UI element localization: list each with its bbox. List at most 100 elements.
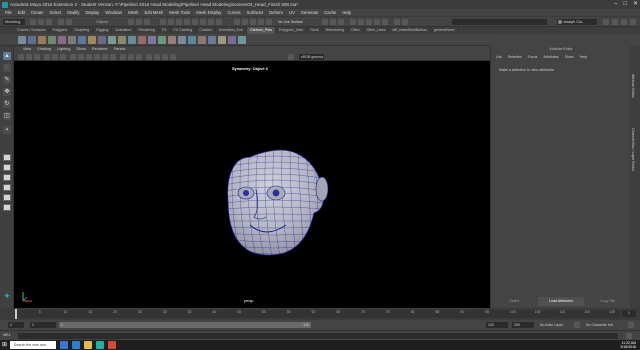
shelf-tool-icon[interactable] [68, 36, 76, 44]
playback-end-field[interactable]: 120 [486, 322, 508, 328]
animation-start-field[interactable]: 1 [8, 322, 24, 328]
shelf-tool-icon[interactable] [48, 36, 56, 44]
shelf-tool-icon[interactable] [18, 36, 26, 44]
select-dynamics-icon[interactable] [200, 19, 206, 25]
shelf-tool-icon[interactable] [108, 36, 116, 44]
viewport-menu-lighting[interactable]: Lighting [54, 46, 73, 53]
image-plane-icon[interactable] [44, 54, 50, 60]
shelf-tab-olbm-uses[interactable]: Olbm_Uses [364, 27, 390, 34]
shelf-tab-diff-makeshellbulbos[interactable]: diff_makeShellBulbos [389, 27, 431, 34]
ae-menu-show[interactable]: Show [562, 55, 577, 59]
select-button[interactable]: Select [491, 297, 538, 306]
lasso-tool-icon[interactable]: ◌ [3, 64, 11, 72]
viewport-menu-renderer[interactable]: Renderer [89, 46, 111, 53]
menu-windows[interactable]: Windows [102, 10, 125, 15]
shelf-tab-polygons[interactable]: Polygons [50, 27, 72, 34]
undo-icon[interactable] [58, 19, 64, 25]
ae-menu-list[interactable]: List [493, 55, 505, 59]
new-scene-icon[interactable] [30, 19, 36, 25]
anim-prefs-icon[interactable] [628, 322, 634, 328]
shelf-tool-icon[interactable] [218, 36, 226, 44]
rotate-tool-icon[interactable]: ↻ [3, 100, 11, 108]
shelf-tool-icon[interactable] [28, 36, 36, 44]
shelf-tab-polygons-user[interactable]: Polygons_User [276, 27, 308, 34]
character-controls-icon[interactable] [402, 19, 408, 25]
shelf-tab-retexturing[interactable]: Retexturing [323, 27, 349, 34]
move-tool-icon[interactable]: ✥ [3, 88, 11, 96]
viewport-menu-show[interactable]: Show [73, 46, 89, 53]
construction-history-icon[interactable] [338, 19, 344, 25]
snap-point-icon[interactable] [250, 19, 256, 25]
outliner-layout-icon[interactable] [3, 204, 11, 211]
lights-icon[interactable] [102, 54, 108, 60]
snap-curve-icon[interactable] [242, 19, 248, 25]
menu-mesh[interactable]: Mesh [125, 10, 141, 15]
save-scene-icon[interactable] [46, 19, 52, 25]
maximize-icon[interactable]: □ [623, 0, 627, 9]
ipr-render-icon[interactable] [366, 19, 372, 25]
component-mode-icon[interactable] [144, 19, 150, 25]
motion-blur-icon[interactable] [154, 54, 160, 60]
quick-select-field[interactable] [452, 19, 547, 25]
shelf-tab-custom[interactable]: Custom [196, 27, 216, 34]
single-view-layout-icon[interactable] [3, 154, 11, 161]
shelf-tab-fx[interactable]: FX [159, 27, 171, 34]
task-view-icon[interactable] [60, 341, 68, 349]
menu-mesh-tools[interactable]: Mesh Tools [166, 10, 193, 15]
menu-file[interactable]: File [2, 10, 15, 15]
shelf-tab-sculpting[interactable]: Sculpting [71, 27, 94, 34]
shelf-tool-icon[interactable] [228, 36, 236, 44]
shelf-tab-cartoon-pots[interactable]: Cartoon_Pots [247, 27, 277, 34]
menu-create[interactable]: Create [28, 10, 47, 15]
tab-attribute-editor[interactable]: Attribute Editor [631, 74, 635, 98]
edge-browser-icon[interactable] [72, 341, 80, 349]
maya-taskbar-icon[interactable] [96, 341, 104, 349]
playback-start-field[interactable]: 1 [30, 322, 56, 328]
auto-key-icon[interactable] [574, 322, 580, 328]
shelf-tab-generalheart[interactable]: generalHeart [431, 27, 459, 34]
select-misc-icon[interactable] [216, 19, 222, 25]
menu-select[interactable]: Select [47, 10, 65, 15]
bookmark-icon[interactable] [34, 54, 40, 60]
ae-menu-attributes[interactable]: Attributes [540, 55, 561, 59]
shelf-tab-fx-caching[interactable]: FX Caching [171, 27, 197, 34]
menu-surfaces[interactable]: Surfaces [244, 10, 267, 15]
select-curves-icon[interactable] [176, 19, 182, 25]
anti-aliasing-icon[interactable] [162, 54, 168, 60]
menu-help[interactable]: Help [339, 10, 354, 15]
modeling-toolkit-icon[interactable] [394, 19, 400, 25]
shelf-tool-icon[interactable] [158, 36, 166, 44]
menu-generate[interactable]: Generate [298, 10, 321, 15]
select-rendering-icon[interactable] [208, 19, 214, 25]
viewport-menu-shading[interactable]: Shading [34, 46, 54, 53]
menu-mesh-display[interactable]: Mesh Display [193, 10, 224, 15]
viewport-menu-view[interactable]: View [20, 46, 34, 53]
wireframe-on-shaded-icon[interactable] [86, 54, 92, 60]
shelf-tool-icon[interactable] [138, 36, 146, 44]
menu-modify[interactable]: Modify [64, 10, 82, 15]
render-frame-icon[interactable] [358, 19, 364, 25]
menu-curves[interactable]: Curves [224, 10, 243, 15]
shelf-tab-rendering[interactable]: Rendering [135, 27, 159, 34]
ae-menu-selected[interactable]: Selected [505, 55, 525, 59]
shelf-tab-rigging[interactable]: Rigging [93, 27, 113, 34]
shelf-tool-icon[interactable] [58, 36, 66, 44]
shelf-tool-icon[interactable] [128, 36, 136, 44]
script-language-label[interactable]: MEL [3, 333, 11, 337]
select-joints-icon[interactable] [168, 19, 174, 25]
taskbar-search-box[interactable]: Search the web and Windows [10, 341, 56, 349]
shelf-tab-olbm[interactable]: Olbm [348, 27, 364, 34]
snap-view-plane-icon[interactable] [258, 19, 264, 25]
perspective-viewport[interactable]: Symmetry: Object X persp [14, 61, 490, 308]
animation-end-field[interactable]: 200 [512, 322, 534, 328]
menu-cache[interactable]: Cache [321, 10, 339, 15]
shelf-tool-icon[interactable] [208, 36, 216, 44]
viewport-menu-panels[interactable]: Panels [111, 46, 129, 53]
time-slider[interactable]: 5 10 15 20 25 30 35 40 45 50 55 60 65 70 75 80 85 90 95 100… [0, 308, 640, 320]
menu-deform[interactable]: Deform [266, 10, 286, 15]
ae-menu-help[interactable]: Help [577, 55, 590, 59]
film-gate-icon[interactable] [60, 54, 66, 60]
input-ops-icon[interactable] [322, 19, 328, 25]
color-management-icon[interactable] [288, 54, 294, 60]
shelf-tool-icon[interactable] [178, 36, 186, 44]
